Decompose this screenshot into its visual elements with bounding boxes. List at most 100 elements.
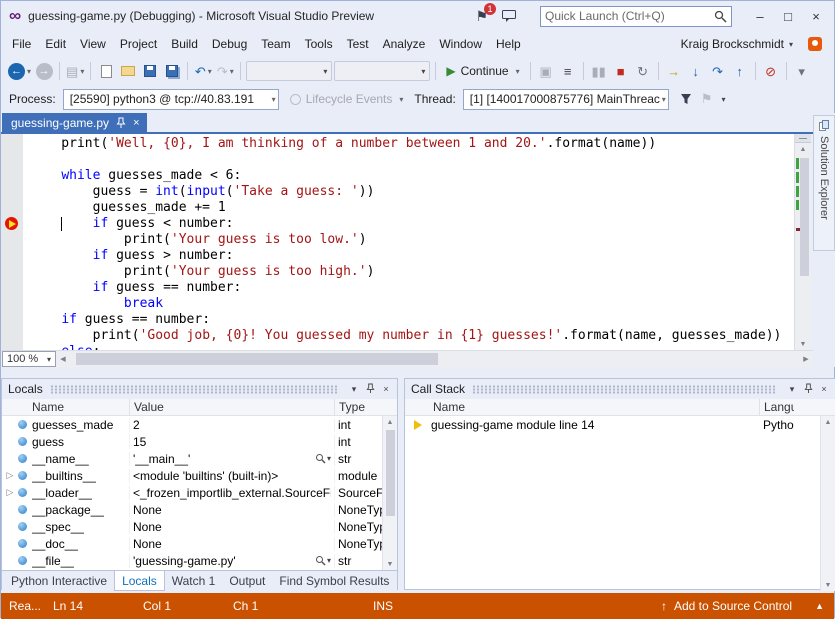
locals-panel-header[interactable]: Locals ▾ × bbox=[2, 379, 397, 399]
code-line[interactable]: if guess == number: bbox=[30, 312, 781, 328]
menu-item-project[interactable]: Project bbox=[113, 33, 164, 55]
menu-item-team[interactable]: Team bbox=[254, 33, 297, 55]
diagnostic-tools-button[interactable]: ▣ bbox=[536, 60, 556, 82]
undo-button[interactable]: ↶▾ bbox=[193, 60, 213, 82]
locals-row[interactable]: ▷__loader__<_frozen_importlib_external.S… bbox=[2, 484, 397, 501]
code-line[interactable]: print('Good job, {0}! You guessed my num… bbox=[30, 328, 781, 344]
open-file-button[interactable] bbox=[118, 60, 138, 82]
scroll-down-icon[interactable]: ▼ bbox=[821, 579, 835, 591]
expand-arrow-icon[interactable]: ▷ bbox=[2, 470, 18, 481]
recent-files-button[interactable]: ▤▾ bbox=[65, 60, 85, 82]
locals-value-cell[interactable]: 2 bbox=[130, 418, 335, 432]
locals-value-cell[interactable]: 15 bbox=[130, 435, 335, 449]
close-button[interactable]: × bbox=[802, 9, 830, 24]
menu-item-file[interactable]: File bbox=[5, 33, 38, 55]
continue-button-button[interactable]: ▶Continue▾ bbox=[441, 60, 524, 82]
panel-tab-watch-1[interactable]: Watch 1 bbox=[165, 571, 223, 591]
panel-tab-find-symbol-results[interactable]: Find Symbol Results bbox=[272, 571, 396, 591]
breakpoints-window-button[interactable]: ⊘ bbox=[761, 60, 781, 82]
new-file-button[interactable] bbox=[96, 60, 116, 82]
scroll-up-icon[interactable]: ▲ bbox=[383, 416, 397, 428]
pin-icon[interactable] bbox=[116, 117, 126, 129]
code-line[interactable]: while guesses_made < 6: bbox=[30, 168, 781, 184]
code-line[interactable]: print('Your guess is too high.') bbox=[30, 264, 781, 280]
locals-row[interactable]: guess15int bbox=[2, 433, 397, 450]
scroll-up-icon[interactable]: ▲ bbox=[821, 416, 835, 428]
splitter-grip[interactable] bbox=[795, 134, 811, 143]
notification-bell-icon[interactable] bbox=[808, 37, 822, 51]
locals-row[interactable]: __doc__NoneNoneType bbox=[2, 535, 397, 552]
dropdown-arrow-icon[interactable]: ▾ bbox=[272, 95, 276, 104]
menu-item-analyze[interactable]: Analyze bbox=[376, 33, 433, 55]
redo-button[interactable]: ↷▾ bbox=[215, 60, 235, 82]
navigate-back-button[interactable]: ←▾ bbox=[7, 60, 32, 82]
locals-row[interactable]: __spec__NoneNoneType bbox=[2, 518, 397, 535]
close-icon[interactable]: × bbox=[816, 384, 832, 394]
feedback-icon[interactable] bbox=[502, 10, 516, 22]
flag-thread-icon[interactable]: ⚑ bbox=[701, 91, 713, 107]
scrollbar-thumb[interactable] bbox=[800, 158, 809, 276]
navigate-forward-button[interactable]: → bbox=[34, 60, 54, 82]
scrollbar-thumb[interactable] bbox=[386, 430, 395, 516]
scroll-up-icon[interactable]: ▲ bbox=[795, 143, 811, 155]
code-line[interactable]: print('Well, {0}, I am thinking of a num… bbox=[30, 136, 781, 152]
step-out-button[interactable]: ↑ bbox=[730, 60, 750, 82]
menu-item-debug[interactable]: Debug bbox=[205, 33, 254, 55]
zoom-control[interactable]: 100 % ▾ bbox=[2, 351, 56, 367]
pin-icon[interactable] bbox=[362, 383, 378, 396]
column-header-value[interactable]: Value bbox=[130, 399, 335, 415]
locals-value-cell[interactable]: <_frozen_importlib_external.SourceFileL bbox=[130, 486, 335, 500]
maximize-button[interactable]: □ bbox=[774, 9, 802, 24]
code-line[interactable] bbox=[30, 152, 781, 168]
breakpoint-current-statement-marker[interactable] bbox=[5, 217, 19, 231]
break-all-button[interactable]: ▮▮ bbox=[589, 60, 609, 82]
locals-row[interactable]: guesses_made2int bbox=[2, 416, 397, 433]
scroll-down-icon[interactable]: ▼ bbox=[383, 558, 397, 570]
panel-tab-python-interactive[interactable]: Python Interactive bbox=[4, 571, 114, 591]
show-next-statement-button[interactable]: → bbox=[664, 60, 684, 82]
code-line[interactable]: print('Your guess is too low.') bbox=[30, 232, 781, 248]
thread-filter-icon[interactable] bbox=[680, 93, 692, 105]
menu-item-window[interactable]: Window bbox=[432, 33, 489, 55]
menu-item-build[interactable]: Build bbox=[164, 33, 205, 55]
lifecycle-events-button[interactable]: Lifecycle Events ▾ bbox=[286, 92, 408, 106]
window-position-icon[interactable]: ▾ bbox=[784, 384, 800, 395]
code-line[interactable]: if guess == number: bbox=[30, 280, 781, 296]
tab-guessing-game[interactable]: guessing-game.py × bbox=[2, 113, 147, 132]
locals-vertical-scrollbar[interactable]: ▲ ▼ bbox=[382, 416, 397, 570]
locals-value-cell[interactable]: 'guessing-game.py'▾ bbox=[130, 554, 335, 568]
attach-to-process-button[interactable]: ≡ bbox=[558, 60, 578, 82]
toolbar-overflow-button[interactable]: ▾ bbox=[792, 60, 812, 82]
process-combo[interactable]: [25590] python3 @ tcp://40.83.191 ▾ bbox=[63, 89, 279, 110]
code-line[interactable]: guesses_made += 1 bbox=[30, 200, 781, 216]
panel-tab-output[interactable]: Output bbox=[222, 571, 272, 591]
menu-item-test[interactable]: Test bbox=[340, 33, 376, 55]
breakpoint-gutter[interactable] bbox=[1, 134, 23, 350]
locals-row[interactable]: __package__NoneNoneType bbox=[2, 501, 397, 518]
locals-value-cell[interactable]: None bbox=[130, 537, 335, 551]
solution-explorer-tab[interactable]: Solution Explorer bbox=[813, 115, 835, 251]
menu-item-view[interactable]: View bbox=[73, 33, 113, 55]
thread-combo[interactable]: [1] [140017000875776] MainThreac ▾ bbox=[463, 89, 669, 110]
callstack-panel-header[interactable]: Call Stack ▾ × bbox=[405, 379, 835, 399]
step-into-button[interactable]: ↓ bbox=[686, 60, 706, 82]
value-magnifier-icon[interactable]: ▾ bbox=[315, 453, 331, 464]
editor-vertical-scrollbar[interactable]: ▲ ▼ bbox=[794, 134, 811, 350]
save-all-button[interactable] bbox=[162, 60, 182, 82]
locals-value-cell[interactable]: None bbox=[130, 503, 335, 517]
minimize-button[interactable]: – bbox=[746, 9, 774, 24]
pin-icon[interactable] bbox=[800, 383, 816, 396]
code-line[interactable]: guess = int(input('Take a guess: ')) bbox=[30, 184, 781, 200]
code-line[interactable]: break bbox=[30, 296, 781, 312]
menu-item-tools[interactable]: Tools bbox=[298, 33, 340, 55]
toolbar-combo-1-button[interactable]: ▾ bbox=[246, 61, 332, 81]
menu-item-edit[interactable]: Edit bbox=[38, 33, 73, 55]
restart-button[interactable]: ↻ bbox=[633, 60, 653, 82]
scrollbar-thumb[interactable] bbox=[76, 353, 438, 365]
stop-debugging-button[interactable]: ■ bbox=[611, 60, 631, 82]
expand-arrow-icon[interactable]: ▷ bbox=[2, 487, 18, 498]
account-name[interactable]: Kraig Brockschmidt bbox=[681, 37, 784, 51]
callstack-row[interactable]: guessing-game module line 14Python bbox=[405, 416, 835, 433]
code-line[interactable]: if guess > number: bbox=[30, 248, 781, 264]
locals-value-cell[interactable]: '__main__'▾ bbox=[130, 452, 335, 466]
